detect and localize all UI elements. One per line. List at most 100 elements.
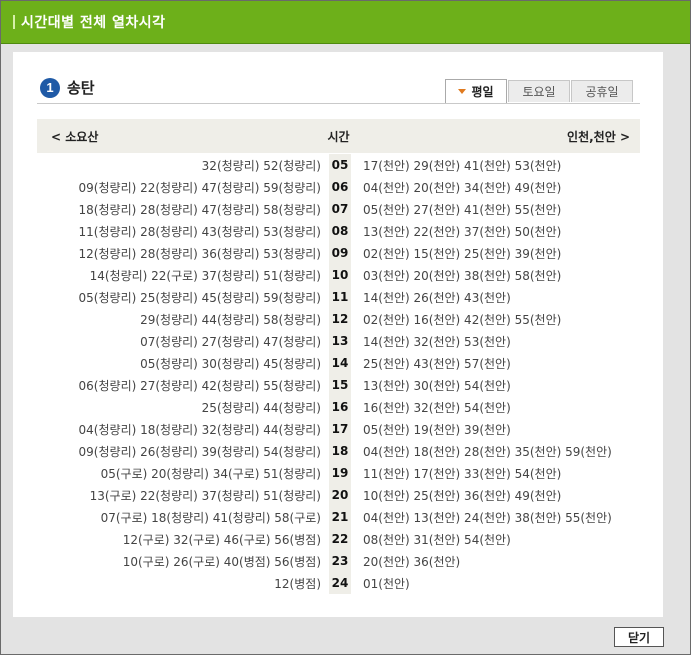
hour-cell: 21	[329, 506, 351, 528]
departures-to-incheon-cheonan: 03(천안) 20(천안) 38(천안) 58(천안)	[363, 269, 562, 283]
day-type-tabs: 평일 토요일 공휴일	[445, 79, 634, 103]
departures-to-incheon-cheonan: 04(천안) 13(천안) 24(천안) 38(천안) 55(천안)	[363, 511, 612, 525]
window-header: 시간대별 전체 열차시각	[1, 1, 690, 44]
departures-to-incheon-cheonan: 04(천안) 20(천안) 34(천안) 49(천안)	[363, 181, 562, 195]
departures-to-incheon-cheonan: 02(천안) 16(천안) 42(천안) 55(천안)	[363, 313, 562, 327]
departures-to-soyosan: 29(청량리) 44(청량리) 58(청량리)	[140, 313, 321, 327]
table-row: 29(청량리) 44(청량리) 58(청량리) 12 02(천안) 16(천안) 4…	[37, 308, 640, 330]
table-row: 07(구로) 18(청량리) 41(청량리) 58(구로) 21 04(천안) 13…	[37, 506, 640, 528]
departures-to-soyosan: 18(청량리) 28(청량리) 47(청량리) 58(청량리)	[78, 203, 321, 217]
departures-to-soyosan: 12(구로) 32(구로) 46(구로) 56(병점)	[122, 533, 321, 547]
close-button[interactable]: 닫기	[614, 627, 664, 647]
table-row: 12(병점) 24 01(천안)	[37, 572, 640, 594]
departures-to-soyosan: 11(청량리) 28(청량리) 43(청량리) 53(청량리)	[78, 225, 321, 239]
hour-cell: 06	[329, 176, 351, 198]
departures-to-incheon-cheonan: 10(천안) 25(천안) 36(천안) 49(천안)	[363, 489, 562, 503]
departures-to-incheon-cheonan: 13(천안) 22(천안) 37(천안) 50(천안)	[363, 225, 562, 239]
timetable-header: < 소요산 시간 인천,천안 >	[37, 119, 640, 153]
departures-to-incheon-cheonan: 16(천안) 32(천안) 54(천안)	[363, 401, 511, 415]
number-badge-icon: 1	[40, 77, 60, 98]
departures-to-soyosan: 25(청량리) 44(청량리)	[201, 401, 321, 415]
departures-to-incheon-cheonan: 08(천안) 31(천안) 54(천안)	[363, 533, 511, 547]
table-row: 25(청량리) 44(청량리) 16 16(천안) 32(천안) 54(천안)	[37, 396, 640, 418]
departures-to-soyosan: 05(청량리) 25(청량리) 45(청량리) 59(청량리)	[78, 291, 321, 305]
departures-to-incheon-cheonan: 25(천안) 43(천안) 57(천안)	[363, 357, 511, 371]
table-row: 18(청량리) 28(청량리) 47(청량리) 58(청량리) 07 05(천안) …	[37, 198, 640, 220]
table-row: 05(구로) 20(청량리) 34(구로) 51(청량리) 19 11(천안) 17…	[37, 462, 640, 484]
content-panel: 1 송탄 평일 토요일 공휴일 < 소요산 시간 인천,천안 > 32(청량리)…	[13, 52, 663, 617]
window-title: 시간대별 전체 열차시각	[21, 15, 166, 31]
hour-cell: 15	[329, 374, 351, 396]
departures-to-soyosan: 32(청량리) 52(청량리)	[201, 159, 321, 173]
table-row: 09(청량리) 26(청량리) 39(청량리) 54(청량리) 18 04(천안) …	[37, 440, 640, 462]
departures-to-soyosan: 12(청량리) 28(청량리) 36(청량리) 53(청량리)	[78, 247, 321, 261]
departures-to-incheon-cheonan: 04(천안) 18(천안) 28(천안) 35(천안) 59(천안)	[363, 445, 612, 459]
table-row: 05(청량리) 25(청량리) 45(청량리) 59(청량리) 11 14(천안) …	[37, 286, 640, 308]
hour-cell: 10	[329, 264, 351, 286]
direction-right-header: 인천,천안 >	[567, 130, 630, 144]
table-row: 07(청량리) 27(청량리) 47(청량리) 13 14(천안) 32(천안) 5…	[37, 330, 640, 352]
hour-cell: 20	[329, 484, 351, 506]
hour-cell: 19	[329, 462, 351, 484]
departures-to-incheon-cheonan: 13(천안) 30(천안) 54(천안)	[363, 379, 511, 393]
hour-cell: 18	[329, 440, 351, 462]
departures-to-soyosan: 13(구로) 22(청량리) 37(청량리) 51(청량리)	[89, 489, 321, 503]
tab-label: 평일	[471, 85, 494, 99]
departures-to-incheon-cheonan: 05(천안) 27(천안) 41(천안) 55(천안)	[363, 203, 562, 217]
tab-label: 공휴일	[585, 85, 619, 99]
departures-to-incheon-cheonan: 14(천안) 26(천안) 43(천안)	[363, 291, 511, 305]
hour-column-header: 시간	[327, 130, 350, 144]
triangle-down-icon	[458, 89, 467, 94]
departures-to-soyosan: 10(구로) 26(구로) 40(병점) 56(병점)	[122, 555, 321, 569]
departures-to-soyosan: 05(청량리) 30(청량리) 45(청량리)	[140, 357, 321, 371]
table-row: 14(청량리) 22(구로) 37(청량리) 51(청량리) 10 03(천안) 2…	[37, 264, 640, 286]
table-row: 12(청량리) 28(청량리) 36(청량리) 53(청량리) 09 02(천안) …	[37, 242, 640, 264]
departures-to-soyosan: 09(청량리) 26(청량리) 39(청량리) 54(청량리)	[78, 445, 321, 459]
hour-cell: 22	[329, 528, 351, 550]
hour-cell: 05	[329, 154, 351, 176]
tab-label: 토요일	[522, 85, 556, 99]
table-row: 11(청량리) 28(청량리) 43(청량리) 53(청량리) 08 13(천안) …	[37, 220, 640, 242]
departures-to-incheon-cheonan: 17(천안) 29(천안) 41(천안) 53(천안)	[363, 159, 562, 173]
table-row: 12(구로) 32(구로) 46(구로) 56(병점) 22 08(천안) 31(천…	[37, 528, 640, 550]
hour-cell: 13	[329, 330, 351, 352]
hour-cell: 11	[329, 286, 351, 308]
departures-to-incheon-cheonan: 14(천안) 32(천안) 53(천안)	[363, 335, 511, 349]
departures-to-soyosan: 04(청량리) 18(청량리) 32(청량리) 44(청량리)	[78, 423, 321, 437]
station-heading: 1 송탄	[40, 77, 95, 98]
hour-cell: 07	[329, 198, 351, 220]
hour-cell: 17	[329, 418, 351, 440]
popup-window: 시간대별 전체 열차시각 1 송탄 평일 토요일 공휴일 < 소요산 시간 인천…	[0, 0, 691, 655]
departures-to-soyosan: 05(구로) 20(청량리) 34(구로) 51(청량리)	[100, 467, 321, 481]
table-row: 32(청량리) 52(청량리) 05 17(천안) 29(천안) 41(천안) 53…	[37, 154, 640, 176]
departures-to-soyosan: 07(구로) 18(청량리) 41(청량리) 58(구로)	[100, 511, 321, 525]
departures-to-incheon-cheonan: 20(천안) 36(천안)	[363, 555, 461, 569]
departures-to-incheon-cheonan: 11(천안) 17(천안) 33(천안) 54(천안)	[363, 467, 562, 481]
departures-to-soyosan: 06(청량리) 27(청량리) 42(청량리) 55(청량리)	[78, 379, 321, 393]
timetable-body: 32(청량리) 52(청량리) 05 17(천안) 29(천안) 41(천안) 53…	[37, 154, 640, 594]
hour-cell: 14	[329, 352, 351, 374]
tab-weekday[interactable]: 평일	[445, 79, 507, 103]
hour-cell: 24	[329, 572, 351, 594]
departures-to-soyosan: 12(병점)	[274, 577, 321, 591]
departures-to-incheon-cheonan: 01(천안)	[363, 577, 410, 591]
hour-cell: 08	[329, 220, 351, 242]
departures-to-soyosan: 07(청량리) 27(청량리) 47(청량리)	[140, 335, 321, 349]
departures-to-soyosan: 14(청량리) 22(구로) 37(청량리) 51(청량리)	[89, 269, 321, 283]
table-row: 05(청량리) 30(청량리) 45(청량리) 14 25(천안) 43(천안) 5…	[37, 352, 640, 374]
table-row: 09(청량리) 22(청량리) 47(청량리) 59(청량리) 06 04(천안) …	[37, 176, 640, 198]
departures-to-incheon-cheonan: 02(천안) 15(천안) 25(천안) 39(천안)	[363, 247, 562, 261]
tab-saturday[interactable]: 토요일	[508, 80, 570, 102]
header-accent-bar	[13, 15, 15, 29]
table-row: 13(구로) 22(청량리) 37(청량리) 51(청량리) 20 10(천안) 2…	[37, 484, 640, 506]
table-row: 06(청량리) 27(청량리) 42(청량리) 55(청량리) 15 13(천안) …	[37, 374, 640, 396]
departures-to-soyosan: 09(청량리) 22(청량리) 47(청량리) 59(청량리)	[78, 181, 321, 195]
divider	[37, 103, 640, 104]
tab-holiday[interactable]: 공휴일	[571, 80, 633, 102]
hour-cell: 16	[329, 396, 351, 418]
table-row: 10(구로) 26(구로) 40(병점) 56(병점) 23 20(천안) 36(천…	[37, 550, 640, 572]
station-name: 송탄	[67, 79, 95, 97]
hour-cell: 12	[329, 308, 351, 330]
hour-cell: 23	[329, 550, 351, 572]
departures-to-incheon-cheonan: 05(천안) 19(천안) 39(천안)	[363, 423, 511, 437]
